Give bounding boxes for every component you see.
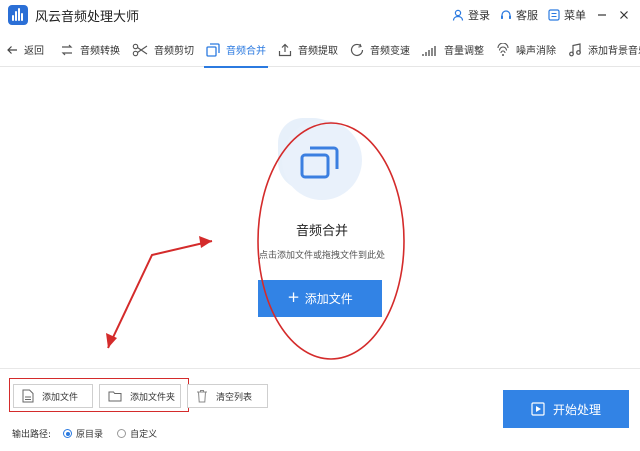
- tab-audio-extract[interactable]: 音频提取: [272, 33, 344, 67]
- add-file-button[interactable]: 添加文件: [13, 384, 93, 408]
- headset-icon: [501, 10, 511, 19]
- option-custom-label: 自定义: [130, 430, 158, 440]
- menu-label: 菜单: [564, 9, 586, 22]
- speed-icon: [350, 43, 364, 56]
- tab-audio-speed[interactable]: 音频变速: [344, 33, 416, 67]
- tab-label: 音频变速: [370, 46, 410, 57]
- tab-label: 音频合并: [226, 46, 266, 57]
- plus-icon: +: [287, 288, 300, 306]
- volume-bars-icon: [422, 45, 436, 56]
- tab-label: 音频剪切: [154, 46, 194, 57]
- annotation-arrowhead-top: [199, 236, 212, 248]
- output-path-label: 输出路径:: [12, 430, 52, 440]
- play-icon: [531, 402, 545, 416]
- option-original-label: 原目录: [76, 430, 104, 440]
- start-processing-label: 开始处理: [552, 402, 601, 417]
- user-icon: [452, 9, 464, 21]
- close-button[interactable]: [618, 9, 630, 21]
- tab-noise-removal[interactable]: 噪声消除: [490, 33, 562, 67]
- minimize-button[interactable]: [596, 9, 608, 21]
- app-title: 风云音频处理大师: [35, 9, 140, 25]
- output-original-radio[interactable]: 原目录: [63, 427, 103, 440]
- back-button[interactable]: 返回: [0, 33, 50, 67]
- tab-label: 噪声消除: [516, 46, 556, 57]
- login-label: 登录: [468, 9, 490, 22]
- add-folder-label: 添加文件夹: [130, 392, 176, 403]
- music-note-icon: [569, 42, 581, 56]
- file-icon: [22, 389, 34, 403]
- clear-list-label: 清空列表: [216, 392, 253, 403]
- radio-checked-icon: [63, 429, 73, 438]
- merge-icon: [206, 42, 220, 57]
- app-logo-icon: [8, 5, 28, 25]
- close-icon: [620, 11, 628, 19]
- feature-toolbar: 返回 音频转换 音频剪切 音频合并 音频提取 音频变速 音量调整 噪声消除 添加…: [0, 33, 640, 68]
- add-file-main-label: 添加文件: [304, 292, 353, 306]
- tab-audio-cut[interactable]: 音频剪切: [126, 33, 200, 67]
- back-label: 返回: [24, 46, 44, 57]
- merge-large-icon: [300, 146, 339, 179]
- add-folder-button[interactable]: 添加文件夹: [99, 384, 181, 408]
- title-bar: 风云音频处理大师 登录 客服 菜单: [0, 0, 640, 30]
- login-button[interactable]: 登录: [452, 7, 490, 23]
- start-processing-button[interactable]: 开始处理: [503, 390, 629, 428]
- service-button[interactable]: 客服: [500, 7, 538, 23]
- minimize-icon: [598, 14, 606, 16]
- scissors-icon: [132, 43, 148, 56]
- annotation-arrow-line: [107, 240, 213, 349]
- add-file-label: 添加文件: [42, 392, 79, 403]
- annotation-arrowhead-bottom: [106, 333, 117, 348]
- tab-audio-convert[interactable]: 音频转换: [54, 33, 126, 67]
- hero-title: 音频合并: [295, 224, 348, 239]
- tab-label: 音频转换: [80, 46, 120, 57]
- radio-unchecked-icon: [117, 429, 127, 438]
- service-label: 客服: [516, 9, 538, 22]
- back-arrow-icon: [7, 45, 17, 54]
- tab-label: 音频提取: [298, 46, 338, 57]
- tab-add-bgm[interactable]: 添加背景音乐: [562, 33, 640, 67]
- tab-volume-adjust[interactable]: 音量调整: [416, 33, 490, 67]
- tab-audio-merge[interactable]: 音频合并: [200, 33, 272, 68]
- menu-button[interactable]: 菜单: [548, 7, 586, 23]
- add-file-main-button[interactable]: + 添加文件: [258, 280, 382, 317]
- upload-box-icon: [278, 43, 292, 56]
- folder-icon: [108, 391, 122, 402]
- output-path-row: 输出路径: 原目录 自定义: [12, 427, 157, 440]
- menu-icon: [548, 9, 560, 21]
- convert-icon: [61, 44, 73, 55]
- output-custom-radio[interactable]: 自定义: [117, 427, 157, 440]
- tab-label: 添加背景音乐: [588, 46, 640, 57]
- noise-wave-icon: [497, 42, 509, 56]
- clear-list-button[interactable]: 清空列表: [187, 384, 268, 408]
- drop-hint: 点击添加文件或拖拽文件到此处: [258, 251, 385, 261]
- tab-label: 音量调整: [444, 46, 484, 57]
- trash-icon: [197, 390, 207, 403]
